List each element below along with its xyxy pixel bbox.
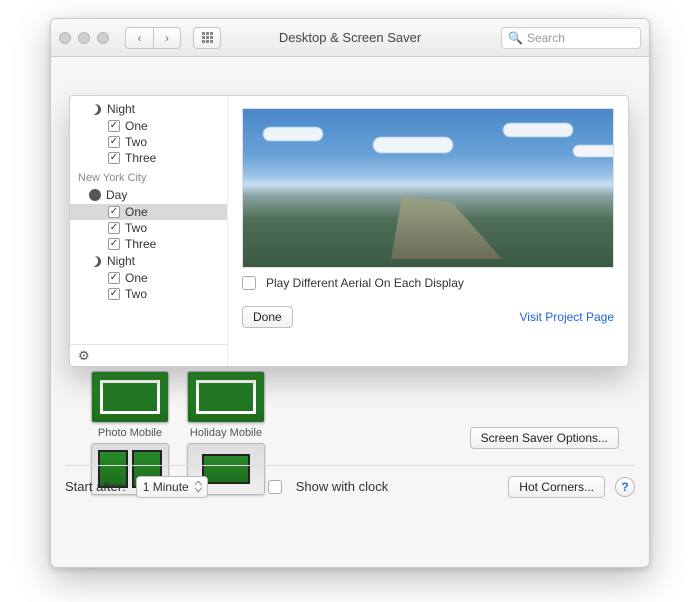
done-button[interactable]: Done (242, 306, 293, 328)
bottom-bar: Start after: 1 Minute Show with clock Ho… (65, 465, 635, 499)
start-after-label: Start after: (65, 479, 126, 494)
minimize-icon[interactable] (78, 32, 90, 44)
tree-item[interactable]: Two (70, 286, 227, 302)
checkbox-icon[interactable] (108, 206, 120, 218)
group-night[interactable]: Night (70, 100, 227, 118)
nav-segment: ‹ › (125, 27, 181, 49)
moon-icon (89, 255, 102, 268)
hot-corners-button[interactable]: Hot Corners... (508, 476, 605, 498)
search-placeholder: Search (527, 31, 565, 45)
group-night[interactable]: Night (70, 252, 227, 270)
forward-button[interactable]: › (153, 27, 181, 49)
checkbox-icon[interactable] (108, 222, 120, 234)
preview-image (242, 108, 614, 268)
tree-item-selected[interactable]: One (70, 204, 227, 220)
play-different-checkbox[interactable] (242, 276, 256, 290)
play-different-row: Play Different Aerial On Each Display (242, 268, 614, 290)
grid-icon (202, 32, 213, 43)
close-icon[interactable] (59, 32, 71, 44)
location-tree: Night One Two Three New York City Day On… (70, 96, 228, 366)
moon-icon (89, 103, 102, 116)
preview-pane: Play Different Aerial On Each Display Do… (228, 96, 628, 366)
screensaver-options-button[interactable]: Screen Saver Options... (470, 427, 619, 449)
show-all-button[interactable] (193, 27, 221, 49)
traffic-lights (59, 32, 109, 44)
tree-item[interactable]: Three (70, 150, 227, 166)
play-different-label: Play Different Aerial On Each Display (266, 276, 464, 290)
tree-item[interactable]: Two (70, 134, 227, 150)
titlebar: ‹ › Desktop & Screen Saver 🔍 Search (51, 19, 649, 57)
tree-item[interactable]: Two (70, 220, 227, 236)
show-clock-checkbox[interactable] (268, 480, 282, 494)
content-area: Shifting Tiles Photo Mobile Sliding Pane… (51, 57, 649, 509)
group-day[interactable]: Day (70, 186, 227, 204)
checkbox-icon[interactable] (108, 136, 120, 148)
tree-item[interactable]: Three (70, 236, 227, 252)
sun-icon (90, 190, 100, 200)
group-header-nyc: New York City (70, 166, 227, 186)
visit-project-link[interactable]: Visit Project Page (520, 310, 615, 324)
start-after-select[interactable]: 1 Minute (136, 476, 208, 498)
tree-actions: ⚙ (70, 344, 227, 366)
zoom-icon[interactable] (97, 32, 109, 44)
thumb-image (187, 371, 265, 423)
aerial-settings-popup: Night One Two Three New York City Day On… (69, 95, 629, 367)
tree-item[interactable]: One (70, 118, 227, 134)
checkbox-icon[interactable] (108, 238, 120, 250)
show-clock-label: Show with clock (296, 479, 388, 494)
checkbox-icon[interactable] (108, 152, 120, 164)
prefs-window: ‹ › Desktop & Screen Saver 🔍 Search Shif… (50, 18, 650, 568)
gear-icon[interactable]: ⚙ (78, 348, 90, 364)
thumb-label: Photo Mobile (98, 427, 162, 439)
help-button[interactable]: ? (615, 477, 635, 497)
search-icon: 🔍 (508, 31, 523, 45)
checkbox-icon[interactable] (108, 272, 120, 284)
back-button[interactable]: ‹ (125, 27, 153, 49)
thumb-label: Holiday Mobile (190, 427, 262, 439)
checkbox-icon[interactable] (108, 120, 120, 132)
search-field[interactable]: 🔍 Search (501, 27, 641, 49)
thumb-image (91, 371, 169, 423)
checkbox-icon[interactable] (108, 288, 120, 300)
tree-item[interactable]: One (70, 270, 227, 286)
